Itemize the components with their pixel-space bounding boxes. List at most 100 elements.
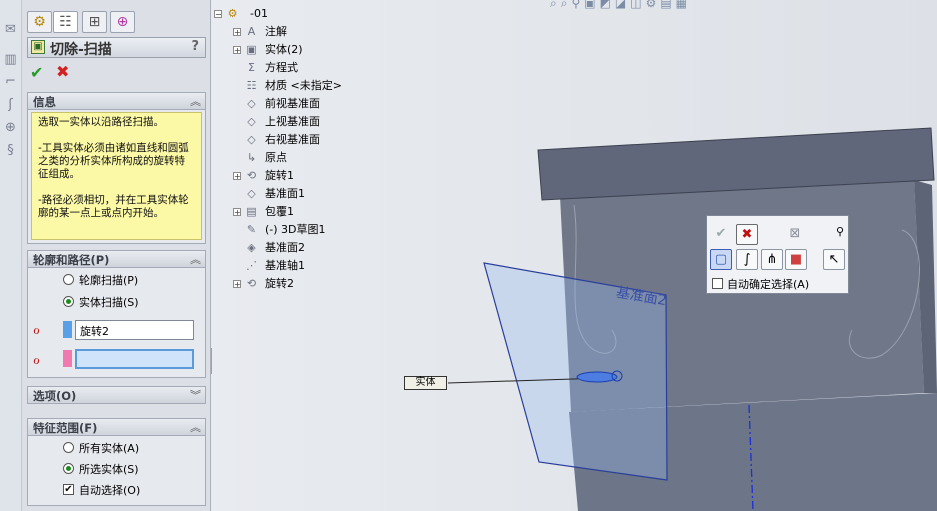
column-icon[interactable]: ▥ [3,52,18,67]
tree-item-label: 前视基准面 [265,97,320,110]
auto-select-checkbox[interactable]: ✔ [63,484,74,495]
select-body-button[interactable]: ▢ [710,249,732,270]
expand-toggle[interactable]: + [233,46,241,55]
auto-select-label: 自动选择(O) [79,484,141,497]
expand-toggle[interactable]: + [233,280,241,289]
tree-root[interactable]: − ⚙ -01 [214,6,364,22]
collapse-icon[interactable]: ︽ [190,251,201,267]
feature-tree: + A 注解 + ▣ 实体(2) Σ 方程式 ☷ 材质 <未指定> ◇ 前视基准面 ◇ 上视基准面 ◇ 右视基… [233,24,393,304]
feature-scope-group-header[interactable]: 特征范围(F) ︽ [27,418,206,436]
tree-item-label: 旋转2 [265,277,294,290]
auto-confirm-label: 自动确定选择(A) [727,278,810,291]
tree-item[interactable]: + ⟲ 旋转2 [233,276,393,292]
expand-toggle[interactable]: + [233,172,241,181]
tree-root-label: -01 [250,7,268,20]
dimxpert-tab[interactable]: ⊕ [110,11,135,33]
container-icon[interactable]: ⊕ [3,120,18,135]
select-loop-button[interactable]: ⋔ [761,249,783,270]
tool-body-color-swatch [63,321,72,338]
tree-item[interactable]: Σ 方程式 [233,60,393,76]
configuration-icon: ⊞ [88,14,101,30]
select-curve-button[interactable]: ∫ [736,249,758,270]
solid-bodies-icon: ▣ [246,43,257,56]
tree-item[interactable]: ◈ 基准面2 [233,240,393,256]
plane-icon: ◇ [247,97,256,110]
mail-icon[interactable]: ✉ [3,22,18,37]
options-group-header[interactable]: 选项(O) ︾ [27,386,206,404]
tree-item-label: 注解 [265,25,287,38]
collapse-icon[interactable]: ︽ [190,419,201,435]
path-icon[interactable]: ʃ [3,97,18,112]
info-message: 选取一实体以沿路径扫描。 -工具实体必须由诸如直线和圆弧之类的分析实体所构成的旋… [31,112,202,240]
tree-item-label: 基准轴1 [265,259,305,272]
clear-selection-button[interactable]: ✖ [736,224,758,245]
route-icon[interactable]: ⌐ [3,74,18,89]
tool-body-field[interactable]: 旋转2 [75,320,194,340]
path-color-swatch [63,350,72,367]
tree-item[interactable]: ◇ 右视基准面 [233,132,393,148]
confirm-check-icon[interactable]: ✔ [710,224,732,245]
all-bodies-label: 所有实体(A) [79,442,140,455]
ok-button[interactable]: ✔ [30,63,43,82]
tree-item-label: 基准面1 [265,187,305,200]
tree-item[interactable]: ↳ 原点 [233,150,393,166]
auto-confirm-checkbox[interactable] [712,278,723,289]
pin-icon[interactable]: ⚲ [829,222,851,243]
collapse-toggle[interactable]: − [214,10,222,19]
tree-item-label: (-) 3D草图1 [265,223,326,236]
annotation-icon: A [247,25,256,38]
select-pointer-button[interactable]: ↖ [823,249,845,270]
configuration-manager-tab[interactable]: ⊞ [82,11,107,33]
profile-path-group-header[interactable]: 轮廓和路径(P) ︽ [27,250,206,268]
tree-item[interactable]: ◇ 前视基准面 [233,96,393,112]
sketch3d-icon: ✎ [246,223,257,236]
profile-path-title: 轮廓和路径(P) [33,253,110,267]
feature-manager-tab[interactable]: ⚙ [27,11,52,33]
revolve-icon: ⟲ [246,169,257,182]
expand-icon[interactable]: ︾ [190,387,201,403]
expand-toggle[interactable]: + [233,208,241,217]
path-field[interactable] [75,349,194,369]
tree-item-label: 实体(2) [265,43,303,56]
tree-item-label: 方程式 [265,61,298,74]
crosshair-icon: ⊕ [116,14,129,30]
options-group-title: 选项(O) [33,389,77,403]
tree-item-label: 包覆1 [265,205,294,218]
tree-item-label: 右视基准面 [265,133,320,146]
expand-toggle[interactable]: + [233,28,241,37]
tree-item[interactable]: ☷ 材质 <未指定> [233,78,393,94]
part-icon: ⚙ [227,7,238,20]
equations-icon: Σ [248,61,255,74]
tree-item[interactable]: ✎ (-) 3D草图1 [233,222,393,238]
tree-item[interactable]: + ▤ 包覆1 [233,204,393,220]
property-manager-tab[interactable]: ☷ [53,11,78,33]
tree-item[interactable]: + ⟲ 旋转1 [233,168,393,184]
solid-sweep-radio[interactable] [63,296,74,307]
profile-sweep-radio[interactable] [63,274,74,285]
tree-item[interactable]: ◇ 基准面1 [233,186,393,202]
info-group-title: 信息 [33,95,56,109]
tree-item[interactable]: + A 注解 [233,24,393,40]
help-icon[interactable]: ? [191,39,199,54]
tree-item[interactable]: ⋰ 基准轴1 [233,258,393,274]
wrap-icon: ▤ [246,205,257,218]
info-group-header[interactable]: 信息 ︽ [27,92,206,110]
filter-disabled-icon[interactable]: ⊠ [784,224,806,245]
callout-tag[interactable]: 实体 [404,376,447,390]
selected-bodies-radio[interactable] [63,463,74,474]
axis-icon: ⋰ [246,259,257,272]
material-icon: ☷ [246,79,257,92]
tree-item-label: 上视基准面 [265,115,320,128]
cancel-button[interactable]: ✖ [56,62,69,81]
view-toolbar-icons[interactable]: ⌕⌕⚲▣◩◪◫⚙▤▦ [550,0,691,11]
plane-icon: ◇ [247,187,256,200]
coil-icon[interactable]: § [3,143,18,158]
all-bodies-radio[interactable] [63,442,74,453]
profile-sweep-label: 轮廓扫描(P) [79,274,139,287]
select-face-button[interactable]: ■ [785,249,807,270]
plane-icon: ◈ [247,241,256,254]
tree-item[interactable]: ◇ 上视基准面 [233,114,393,130]
tree-item-label: 基准面2 [265,241,305,254]
tree-item[interactable]: + ▣ 实体(2) [233,42,393,58]
collapse-icon[interactable]: ︽ [190,93,201,109]
